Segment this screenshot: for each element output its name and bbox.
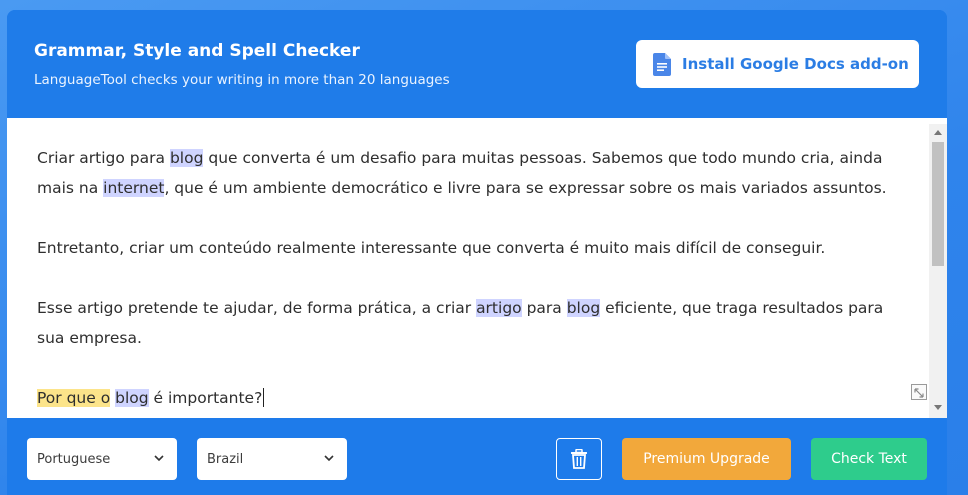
resize-handle-icon[interactable] xyxy=(911,384,927,400)
install-google-docs-label: Install Google Docs add-on xyxy=(682,55,909,73)
premium-upgrade-button[interactable]: Premium Upgrade xyxy=(622,438,791,480)
spelling-highlight[interactable]: blog xyxy=(169,149,204,167)
text-run: para xyxy=(521,299,567,317)
text-caret xyxy=(263,388,265,407)
footer-toolbar: Portuguese Brazil Premium Upgrade Check … xyxy=(7,418,947,495)
language-select[interactable]: Portuguese xyxy=(27,438,177,480)
scroll-down-arrow-icon[interactable] xyxy=(934,405,942,410)
spelling-highlight[interactable]: artigo xyxy=(476,299,522,317)
text-editor[interactable]: Criar artigo para blog que converta é um… xyxy=(7,118,947,418)
header: Grammar, Style and Spell Checker Languag… xyxy=(7,10,947,118)
paragraph-2: Entretanto, criar um conteúdo realmente … xyxy=(37,239,826,257)
install-google-docs-button[interactable]: Install Google Docs add-on xyxy=(636,40,919,88)
paragraph-1: Criar artigo para blog que converta é um… xyxy=(37,143,897,203)
editor-scrollbar[interactable] xyxy=(929,124,947,418)
variant-select-value: Brazil xyxy=(207,451,244,467)
expand-arrows-icon xyxy=(914,388,924,398)
google-docs-icon xyxy=(653,52,671,76)
style-highlight[interactable]: Por que o xyxy=(37,389,111,407)
language-variant-select[interactable]: Brazil xyxy=(197,438,347,480)
spelling-highlight[interactable]: internet xyxy=(103,179,165,197)
check-text-button[interactable]: Check Text xyxy=(811,438,927,480)
checker-card: Grammar, Style and Spell Checker Languag… xyxy=(7,10,947,495)
text-run: Criar artigo para xyxy=(37,149,170,167)
chevron-down-icon xyxy=(154,455,164,462)
text-run: , que é um ambiente democrático e livre … xyxy=(164,179,887,197)
spelling-highlight[interactable]: blog xyxy=(566,299,601,317)
editor-content[interactable]: Criar artigo para blog que converta é um… xyxy=(37,143,897,418)
scroll-thumb[interactable] xyxy=(932,142,944,266)
clear-text-button[interactable] xyxy=(556,438,602,480)
language-select-value: Portuguese xyxy=(37,451,111,467)
paragraph-4: Por que o blog é importante? xyxy=(37,383,897,413)
text-run: é importante? xyxy=(148,389,263,407)
app-subtitle: LanguageTool checks your writing in more… xyxy=(34,72,450,88)
chevron-down-icon xyxy=(324,455,334,462)
paragraph-3: Esse artigo pretende te ajudar, de forma… xyxy=(37,293,897,353)
spelling-highlight[interactable]: blog xyxy=(115,389,149,407)
text-run: Esse artigo pretende te ajudar, de forma… xyxy=(37,299,477,317)
trash-icon xyxy=(571,449,587,469)
app-title: Grammar, Style and Spell Checker xyxy=(34,41,360,61)
scroll-up-arrow-icon[interactable] xyxy=(934,130,942,135)
